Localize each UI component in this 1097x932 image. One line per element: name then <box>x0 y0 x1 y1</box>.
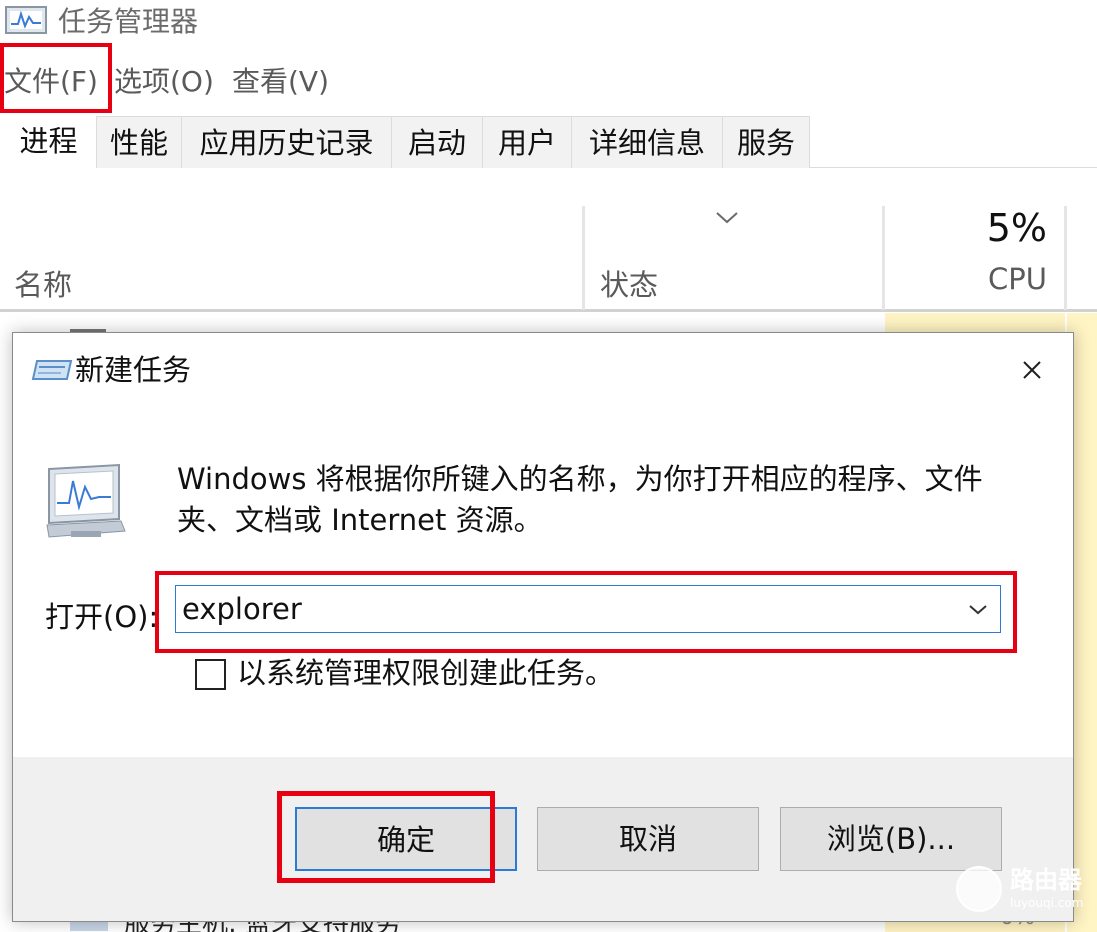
tab-bar: 进程 性能 应用历史记录 启动 用户 详细信息 服务 <box>0 116 1097 169</box>
sort-chevron-icon <box>716 212 738 224</box>
open-combobox[interactable]: explorer <box>175 585 1001 633</box>
dialog-description: Windows 将根据你所键入的名称，为你打开相应的程序、文件夹、文档或 Int… <box>177 462 983 537</box>
tab-startup[interactable]: 启动 <box>391 116 483 168</box>
task-manager-app-icon <box>5 6 47 34</box>
tab-services[interactable]: 服务 <box>722 116 810 168</box>
watermark-text: 路由器 <box>1010 866 1082 894</box>
task-monitor-icon <box>46 463 126 538</box>
chevron-down-icon[interactable] <box>966 598 990 620</box>
menu-file[interactable]: 文件(F) <box>4 62 98 102</box>
create-new-task-dialog: 新建任务 Windows 将根据你所键入的名称，为你打开相应的程序、文件夹、文档… <box>12 332 1074 922</box>
menu-view[interactable]: 查看(V) <box>232 62 329 102</box>
dialog-title: 新建任务 <box>75 353 192 387</box>
menu-bar: 文件(F) 选项(O) 查看(V) <box>0 58 1097 106</box>
task-manager-titlebar: 任务管理器 <box>0 0 1097 46</box>
tab-processes[interactable]: 进程 <box>0 116 97 169</box>
run-dialog-icon <box>31 360 73 380</box>
ok-button[interactable]: 确定 <box>295 807 517 871</box>
open-input[interactable]: explorer <box>182 590 302 628</box>
dialog-titlebar[interactable]: 新建任务 <box>13 333 1073 405</box>
tab-users[interactable]: 用户 <box>482 116 572 168</box>
cancel-button[interactable]: 取消 <box>537 807 759 871</box>
tab-performance[interactable]: 性能 <box>96 116 182 168</box>
admin-privilege-checkbox[interactable] <box>195 659 226 690</box>
window-title: 任务管理器 <box>58 5 199 38</box>
menu-options[interactable]: 选项(O) <box>114 62 214 102</box>
dialog-button-area: 确定 取消 浏览(B)... <box>13 757 1073 921</box>
column-status[interactable]: 状态 <box>600 262 658 304</box>
close-icon[interactable] <box>1017 355 1047 385</box>
column-divider[interactable] <box>882 206 885 310</box>
open-label: 打开(O): <box>45 600 159 634</box>
tab-details[interactable]: 详细信息 <box>571 116 723 168</box>
column-cpu[interactable]: CPU <box>988 262 1047 296</box>
column-name[interactable]: 名称 <box>14 262 72 304</box>
watermark-subtext: luyouqi.com <box>1010 896 1084 910</box>
watermark-logo-icon <box>956 866 1002 912</box>
admin-privilege-label[interactable]: 以系统管理权限创建此任务。 <box>237 655 614 691</box>
column-divider[interactable] <box>1064 206 1067 310</box>
cpu-total-percent: 5% <box>986 206 1047 250</box>
process-column-header: 名称 状态 5% CPU <box>0 206 1097 312</box>
tab-app-history[interactable]: 应用历史记录 <box>181 116 392 168</box>
browse-button[interactable]: 浏览(B)... <box>780 807 1002 871</box>
column-divider[interactable] <box>582 206 585 310</box>
